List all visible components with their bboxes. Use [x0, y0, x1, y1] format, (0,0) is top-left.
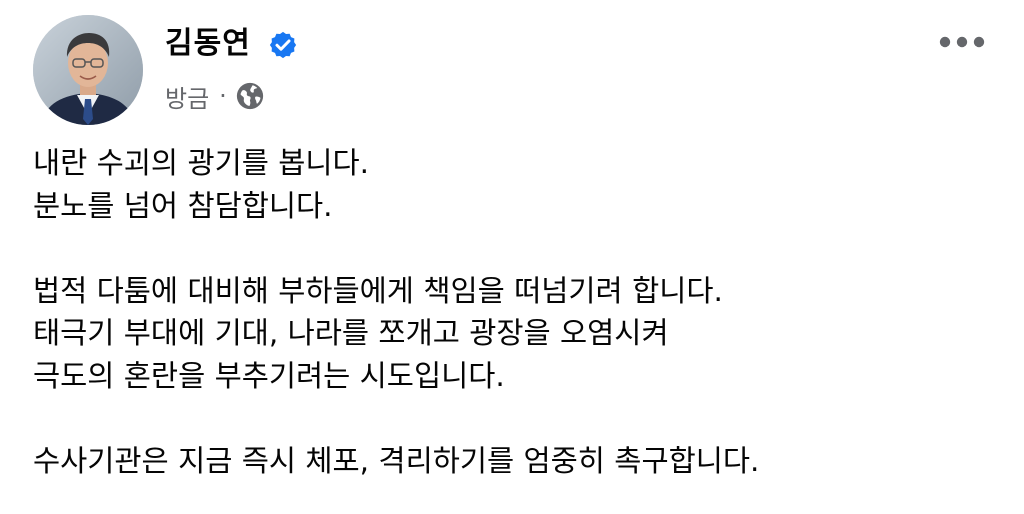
- globe-icon[interactable]: [235, 81, 265, 111]
- verified-badge-icon: [269, 31, 297, 59]
- post-text-line: 태극기 부대에 기대, 나라를 쪼개고 광장을 오염시켜: [33, 316, 669, 350]
- post-text-line: 분노를 넘어 참담합니다.: [33, 188, 333, 223]
- post-meta: 방금 ·: [165, 78, 265, 114]
- post-text-line: 수사기관은 지금 즉시 체포, 격리하기를 엄중히 촉구합니다.: [33, 443, 760, 478]
- author-avatar[interactable]: [33, 15, 143, 125]
- post-text-blank-line: [33, 397, 993, 440]
- post-text: 내란 수괴의 광기를 봅니다. 분노를 넘어 참담합니다. 법적 다툼에 대비해…: [33, 142, 993, 482]
- facebook-post: 김동연 방금 · 내란 수괴의 광기를 봅니다. 분노를 넘어 참담합니다. 법…: [0, 0, 1024, 514]
- more-options-button[interactable]: [932, 20, 992, 64]
- more-options-icon: [939, 36, 985, 48]
- meta-separator: ·: [219, 82, 227, 110]
- post-text-line: 내란 수괴의 광기를 봅니다.: [33, 146, 370, 180]
- post-text-line: 법적 다툼에 대비해 부하들에게 책임을 떠넘기려 합니다.: [33, 273, 723, 308]
- post-timestamp[interactable]: 방금: [165, 79, 209, 114]
- post-text-blank-line: [33, 227, 993, 270]
- author-name[interactable]: 김동연: [165, 22, 251, 66]
- post-text-line: 극도의 혼란을 부추기려는 시도입니다.: [33, 358, 505, 393]
- avatar-photo: [33, 15, 143, 125]
